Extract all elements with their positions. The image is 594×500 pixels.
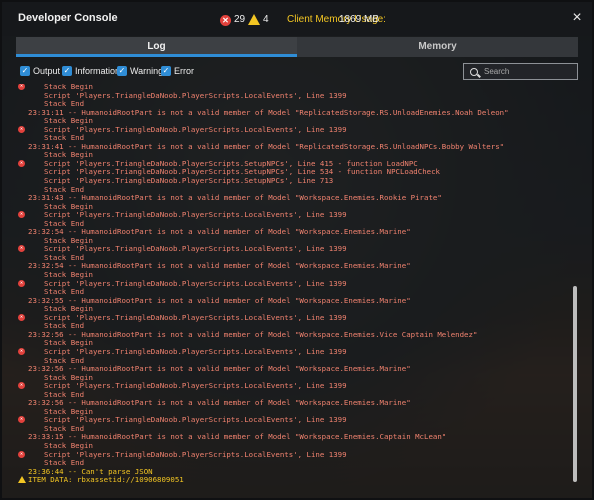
log-error-line: ✕ Script 'Players.TriangleDaNoob.PlayerSc…: [16, 416, 564, 425]
log-error-line: ✕ Script 'Players.TriangleDaNoob.PlayerSc…: [16, 312, 564, 323]
log-line-text: Script 'Players.TriangleDaNoob.PlayerScr…: [44, 124, 347, 134]
log-error-line: 23:32:56 -- HumanoidRootPart is not a va…: [16, 329, 564, 340]
log-error-line: ✕ Script 'Players.TriangleDaNoob.PlayerSc…: [16, 245, 564, 254]
title-bar[interactable]: Developer Console ✕ 29 4 Client Memory U…: [2, 2, 592, 36]
error-icon: ✕: [18, 313, 25, 321]
error-icon: ✕: [18, 211, 25, 219]
log-error-line: ✕ Script 'Players.TriangleDaNoob.PlayerSc…: [16, 449, 564, 460]
log-entries: ✕ Stack Begin Script 'Players.TriangleDaNo…: [16, 84, 564, 485]
log-error-line: Script 'Players.TriangleDaNoob.PlayerScr…: [16, 90, 564, 101]
error-icon: ✕: [18, 450, 25, 458]
filter-output-label: Output: [33, 66, 61, 76]
log-error-line: 23:32:56 -- HumanoidRootPart is not a va…: [16, 364, 564, 374]
error-count-icon[interactable]: ✕: [220, 15, 231, 26]
filter-information-label: Information: [75, 66, 121, 76]
filter-warning[interactable]: ✓ Warning: [117, 66, 163, 76]
search-input[interactable]: [484, 67, 574, 76]
tab-log[interactable]: Log: [16, 37, 297, 57]
log-error-line: 23:32:54 -- HumanoidRootPart is not a va…: [16, 228, 564, 237]
log-error-line: Script 'Players.TriangleDaNoob.PlayerScr…: [16, 176, 564, 186]
search-box[interactable]: [463, 63, 578, 80]
window-title: Developer Console: [18, 12, 118, 24]
error-count[interactable]: 29: [234, 14, 245, 25]
log-line-text: 23:31:11 -- HumanoidRootPart is not a va…: [28, 107, 509, 117]
log-line-text: Script 'Players.TriangleDaNoob.PlayerScr…: [44, 346, 347, 356]
search-icon: [470, 67, 478, 76]
filter-output[interactable]: ✓ Output: [20, 66, 60, 76]
log-line-text: Script 'Players.TriangleDaNoob.PlayerScr…: [44, 90, 347, 100]
log-error-line: ✕ Script 'Players.TriangleDaNoob.PlayerSc…: [16, 211, 564, 220]
log-error-line: ✕ Script 'Players.TriangleDaNoob.PlayerSc…: [16, 346, 564, 357]
log-error-line: 23:32:54 -- HumanoidRootPart is not a va…: [16, 262, 564, 271]
log-line-text: 23:31:41 -- HumanoidRootPart is not a va…: [28, 141, 505, 151]
log-line-text: Script 'Players.TriangleDaNoob.PlayerScr…: [44, 449, 347, 459]
log-line-text: Script 'Players.TriangleDaNoob.PlayerScr…: [44, 415, 347, 425]
filter-error-label: Error: [174, 66, 194, 76]
log-error-line: 23:31:43 -- HumanoidRootPart is not a va…: [16, 194, 564, 203]
tab-memory[interactable]: Memory: [297, 37, 578, 57]
checkbox-checked-icon[interactable]: ✓: [161, 66, 171, 76]
error-icon: ✕: [18, 382, 25, 390]
log-line-text: Script 'Players.TriangleDaNoob.PlayerScr…: [44, 210, 347, 220]
log-error-line: ✕ Script 'Players.TriangleDaNoob.PlayerSc…: [16, 382, 564, 391]
log-line-text: Script 'Players.TriangleDaNoob.PlayerScr…: [44, 312, 347, 322]
log-error-line: 23:32:55 -- HumanoidRootPart is not a va…: [16, 296, 564, 306]
log-line-text: ITEM DATA: rbxassetid://10906809051: [28, 475, 184, 485]
warning-icon: [18, 476, 26, 484]
tab-bar: Log Memory: [16, 37, 578, 57]
log-line-text: Script 'Players.TriangleDaNoob.PlayerScr…: [44, 176, 334, 186]
log-error-line: 23:33:15 -- HumanoidRootPart is not a va…: [16, 433, 564, 442]
checkbox-checked-icon[interactable]: ✓: [117, 66, 127, 76]
log-error-line: ✕ Script 'Players.TriangleDaNoob.PlayerSc…: [16, 124, 564, 135]
error-icon: ✕: [18, 416, 25, 424]
filter-bar: ✓ Output ✓ Information ✓ Warning ✓ Error: [16, 60, 578, 84]
warning-count-icon[interactable]: [248, 14, 260, 25]
error-icon: ✕: [18, 347, 25, 355]
log-line-text: Script 'Players.TriangleDaNoob.PlayerScr…: [44, 381, 347, 391]
log-error-line: 23:31:11 -- HumanoidRootPart is not a va…: [16, 107, 564, 118]
warning-count[interactable]: 4: [263, 14, 269, 25]
error-icon: ✕: [18, 245, 25, 253]
error-icon: ✕: [18, 125, 25, 133]
checkbox-checked-icon[interactable]: ✓: [20, 66, 30, 76]
filter-warning-label: Warning: [130, 66, 164, 76]
filter-error[interactable]: ✓ Error: [161, 66, 194, 76]
log-line-text: 23:32:56 -- HumanoidRootPart is not a va…: [28, 329, 478, 339]
log-error-line: 23:32:56 -- HumanoidRootPart is not a va…: [16, 399, 564, 408]
log-scrollbar[interactable]: [573, 286, 577, 482]
log-line-text: Script 'Players.TriangleDaNoob.PlayerScr…: [44, 244, 347, 254]
log-error-line: 23:31:41 -- HumanoidRootPart is not a va…: [16, 141, 564, 152]
checkbox-checked-icon[interactable]: ✓: [62, 66, 72, 76]
error-icon: ✕: [18, 159, 25, 167]
log-line-text: Script 'Players.TriangleDaNoob.PlayerScr…: [44, 278, 347, 288]
error-icon: ✕: [18, 84, 25, 90]
close-icon[interactable]: ×: [570, 10, 584, 26]
log-error-line: ✕ Script 'Players.TriangleDaNoob.PlayerSc…: [16, 278, 564, 289]
error-icon: ✕: [18, 279, 25, 287]
developer-console-window: Developer Console ✕ 29 4 Client Memory U…: [0, 0, 594, 500]
memory-usage-value: 1869 MB: [339, 14, 380, 25]
log-warning-line: ITEM DATA: rbxassetid://10906809051: [16, 476, 564, 485]
log-output[interactable]: ✕ Stack Begin Script 'Players.TriangleDaNo…: [16, 84, 578, 486]
filter-information[interactable]: ✓ Information: [62, 66, 120, 76]
